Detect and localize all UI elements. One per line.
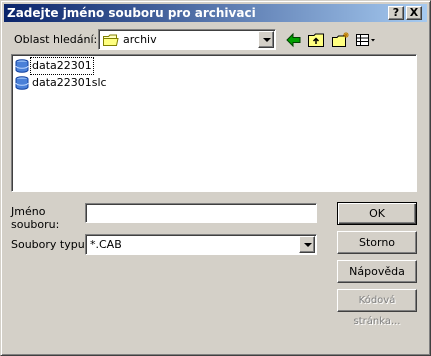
file-name: data22301slc — [32, 76, 107, 89]
database-file-icon — [15, 76, 29, 90]
chevron-down-icon[interactable] — [299, 236, 315, 253]
database-file-icon — [15, 59, 29, 73]
cancel-button[interactable]: Storno — [337, 231, 417, 254]
help-title-button[interactable]: ? — [388, 6, 404, 20]
back-arrow-icon[interactable] — [284, 31, 304, 49]
chevron-down-icon[interactable] — [258, 31, 274, 48]
close-button[interactable]: X — [406, 6, 422, 20]
file-list[interactable]: data22301 data22301slc — [11, 54, 417, 192]
ok-button[interactable]: OK — [337, 202, 417, 225]
help-button[interactable]: Nápověda — [337, 260, 417, 283]
up-folder-icon[interactable] — [307, 31, 327, 49]
filetype-select[interactable]: *.CAB — [85, 234, 317, 255]
folder-icon — [103, 34, 119, 46]
window-title: Zadejte jméno souboru pro archivaci — [7, 6, 256, 20]
title-bar[interactable]: Zadejte jméno souboru pro archivaci ? X — [4, 4, 427, 22]
codepage-button[interactable]: Kódová stránka... — [337, 289, 417, 327]
new-folder-icon[interactable] — [331, 31, 351, 49]
file-name: data22301 — [30, 57, 94, 75]
filename-input[interactable] — [85, 203, 317, 223]
filetype-label: Soubory typu: — [11, 238, 89, 251]
filename-label: Jméno souboru: — [11, 205, 60, 231]
lookin-combo[interactable]: archiv — [98, 29, 276, 50]
lookin-value: archiv — [123, 33, 157, 46]
lookin-label: Oblast hledání: — [14, 33, 98, 46]
view-menu-icon[interactable] — [355, 31, 379, 49]
filetype-value: *.CAB — [90, 238, 122, 251]
file-dialog: Zadejte jméno souboru pro archivaci ? X … — [0, 0, 431, 356]
